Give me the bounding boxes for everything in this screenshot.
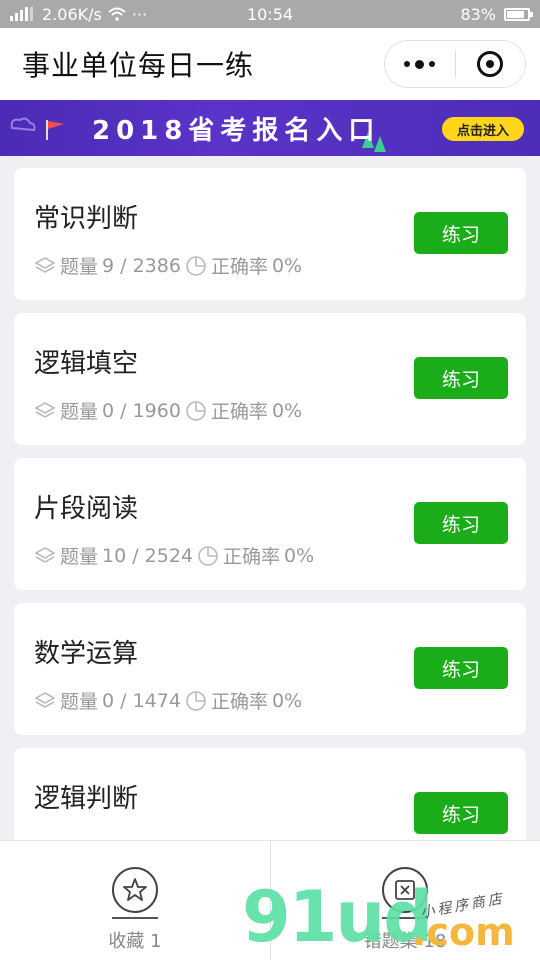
category-list: 常识判断 题量 9 / 2386 正确率 0% 练习 逻辑填空 题量 0 / 1… xyxy=(14,168,526,893)
tab-underline xyxy=(112,917,158,919)
close-miniprogram-button[interactable] xyxy=(456,41,526,87)
count-label: 题量 xyxy=(60,256,99,278)
question-count: 0 / 1474 xyxy=(102,689,181,712)
count-label: 题量 xyxy=(60,546,99,568)
miniprogram-capsule xyxy=(384,40,526,88)
star-icon xyxy=(112,867,158,913)
layers-icon xyxy=(34,691,56,708)
signal-icon xyxy=(10,7,33,21)
question-count: 0 / 1960 xyxy=(102,399,181,422)
network-speed: 2.06K/s xyxy=(42,4,102,24)
battery-percent: 83% xyxy=(460,4,496,24)
category-card: 数学运算 题量 0 / 1474 正确率 0% 练习 xyxy=(14,603,526,735)
pie-chart-icon xyxy=(186,255,206,276)
category-title: 数学运算 xyxy=(34,639,139,669)
category-card: 逻辑填空 题量 0 / 1960 正确率 0% 练习 xyxy=(14,313,526,445)
banner-text: 2018省考报名入口 xyxy=(92,116,381,146)
category-title: 逻辑填空 xyxy=(34,349,139,379)
category-meta: 题量 10 / 2524 正确率 0% xyxy=(34,542,314,569)
status-bar: 2.06K/s ··· 10:54 83% xyxy=(0,0,540,28)
tab-label: 收藏 1 xyxy=(108,931,162,952)
category-meta: 题量 0 / 1474 正确率 0% xyxy=(34,687,302,714)
category-title: 逻辑判断 xyxy=(34,784,139,814)
promo-banner[interactable]: 2018省考报名入口 点击进入 xyxy=(0,100,540,156)
status-left: 2.06K/s ··· xyxy=(10,5,460,24)
more-menu-button[interactable] xyxy=(385,41,455,87)
question-count: 9 / 2386 xyxy=(102,254,181,277)
accuracy-label: 正确率 xyxy=(223,546,281,568)
practice-button[interactable]: 练习 xyxy=(414,357,508,399)
layers-icon xyxy=(34,256,56,273)
more-dots-icon xyxy=(404,59,436,69)
accuracy-label: 正确率 xyxy=(210,691,268,713)
banner-enter-button[interactable]: 点击进入 xyxy=(442,117,524,141)
practice-button[interactable]: 练习 xyxy=(414,792,508,834)
category-card: 常识判断 题量 9 / 2386 正确率 0% 练习 xyxy=(14,168,526,300)
accuracy-value: 0% xyxy=(271,254,303,277)
layers-icon xyxy=(34,546,56,563)
page-title: 事业单位每日一练 xyxy=(22,49,255,82)
category-card: 片段阅读 题量 10 / 2524 正确率 0% 练习 xyxy=(14,458,526,590)
count-label: 题量 xyxy=(60,401,99,423)
cloud-swirl-icon xyxy=(10,117,36,132)
pie-chart-icon xyxy=(186,690,206,711)
status-right: 83% xyxy=(460,4,533,24)
flag-icon xyxy=(46,120,64,140)
accuracy-value: 0% xyxy=(271,689,303,712)
practice-button[interactable]: 练习 xyxy=(414,502,508,544)
tab-favorites[interactable]: 收藏 1 xyxy=(0,841,270,960)
category-meta: 题量 9 / 2386 正确率 0% xyxy=(34,252,302,279)
count-label: 题量 xyxy=(60,691,99,713)
accuracy-value: 0% xyxy=(271,399,303,422)
wifi-icon xyxy=(108,7,126,21)
target-icon xyxy=(477,51,504,77)
accuracy-label: 正确率 xyxy=(210,256,268,278)
practice-button[interactable]: 练习 xyxy=(414,212,508,254)
layers-icon xyxy=(34,401,56,418)
practice-button[interactable]: 练习 xyxy=(414,647,508,689)
pie-chart-icon xyxy=(186,400,206,421)
category-meta: 题量 0 / 1960 正确率 0% xyxy=(34,397,302,424)
title-bar: 事业单位每日一练 xyxy=(0,28,540,100)
watermark-brand: 91ud xyxy=(242,876,433,958)
battery-fill xyxy=(507,10,524,18)
battery-icon xyxy=(504,7,533,21)
category-title: 片段阅读 xyxy=(34,494,139,524)
accuracy-value: 0% xyxy=(284,544,315,567)
accuracy-label: 正确率 xyxy=(210,401,268,423)
more-status-icon: ··· xyxy=(131,4,148,24)
category-title: 常识判断 xyxy=(34,204,139,234)
pie-chart-icon xyxy=(198,545,218,566)
question-count: 10 / 2524 xyxy=(102,544,194,567)
